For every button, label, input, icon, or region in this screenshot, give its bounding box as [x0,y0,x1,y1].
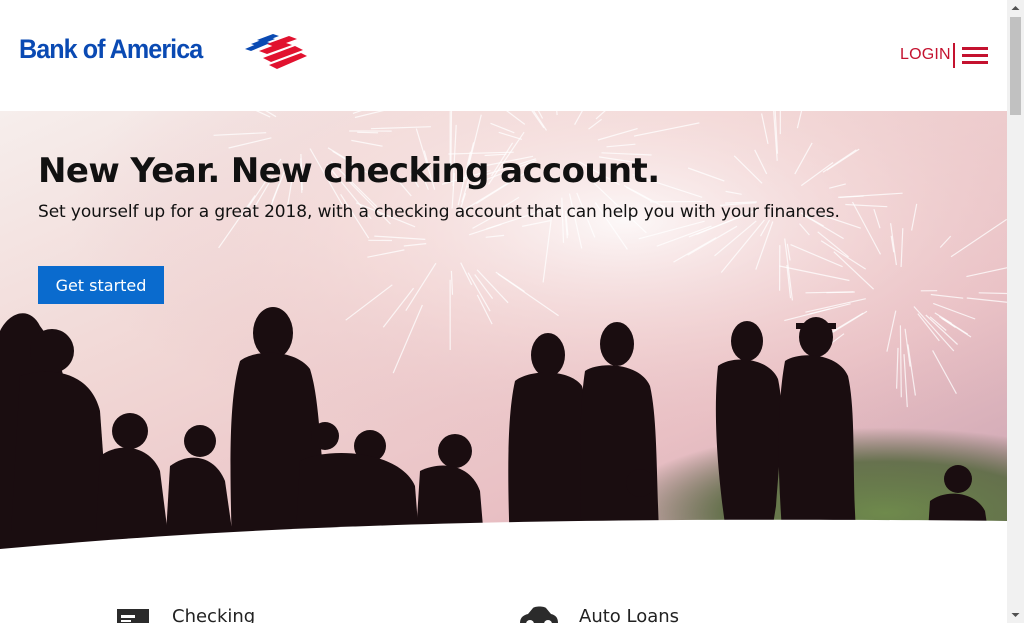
product-label: Checking [172,606,256,623]
page: Bank of America LOGIN New Year. New chec… [0,0,1007,623]
hero-banner: New Year. New checking account. Set your… [0,111,1007,551]
header-divider [953,43,955,68]
scroll-down-arrow-icon[interactable] [1007,606,1024,623]
site-header: Bank of America LOGIN [0,0,1007,111]
checking-card-icon [117,609,149,623]
hamburger-menu-icon[interactable] [962,47,988,65]
scrollbar-thumb[interactable] [1010,17,1021,115]
bank-logo[interactable]: Bank of America [19,34,307,69]
product-label: Auto Loans [579,606,680,623]
products-section: Checking Auto Loans [0,555,1007,623]
page-scrollbar[interactable] [1007,0,1024,623]
get-started-button[interactable]: Get started [38,266,164,304]
product-auto-loans[interactable]: Auto Loans [518,605,679,623]
spark [357,131,379,134]
hero-title: New Year. New checking account. [38,151,660,191]
scroll-up-arrow-icon[interactable] [1007,0,1024,17]
car-icon [520,606,558,623]
hero-subtitle: Set yourself up for a great 2018, with a… [38,202,840,222]
logo-wordmark: Bank of America [19,34,203,64]
login-link[interactable]: LOGIN [900,46,951,64]
flag-logo-icon [245,34,307,69]
product-checking[interactable]: Checking [116,605,255,623]
